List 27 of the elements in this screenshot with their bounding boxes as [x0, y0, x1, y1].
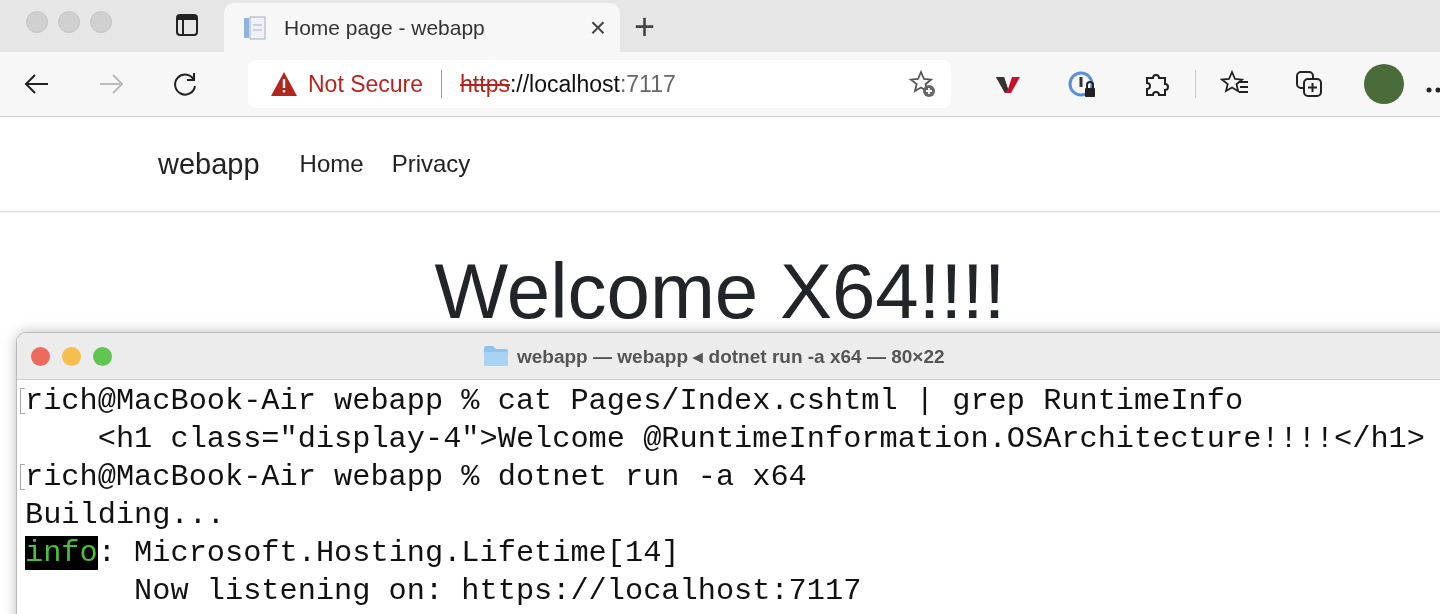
- prompt-mark-icon: [20, 464, 25, 490]
- nav-link[interactable]: Home: [299, 150, 364, 178]
- welcome-heading: Welcome X64!!!!: [433, 246, 1007, 337]
- url-text[interactable]: https://localhost:7117: [460, 70, 907, 98]
- site-brand[interactable]: webapp: [158, 147, 260, 181]
- terminal-line: rich@MacBook-Air webapp % dotnet run -a x64: [25, 459, 807, 496]
- warning-icon: [270, 71, 298, 97]
- avatar[interactable]: [1364, 64, 1404, 104]
- collections-icon[interactable]: [1294, 69, 1324, 99]
- sidebar-icon[interactable]: [176, 14, 198, 36]
- security-label[interactable]: Not Secure: [308, 70, 424, 98]
- close-button[interactable]: [31, 346, 50, 366]
- folder-icon: [483, 345, 509, 367]
- nav-link[interactable]: Privacy: [391, 150, 471, 178]
- close-button[interactable]: ×: [589, 11, 606, 44]
- add-favorite-icon[interactable]: [907, 69, 937, 99]
- prompt-mark-icon: [20, 388, 25, 414]
- terminal-line: Building...: [25, 497, 225, 534]
- terminal-line: Now listening on: https://localhost:7117: [133, 573, 862, 610]
- terminal-title: webapp — webapp ◂ dotnet run -a x64 — 80×22: [517, 344, 945, 368]
- page-icon: [242, 14, 268, 41]
- browser-tab[interactable]: Home page - webapp ×: [224, 3, 620, 52]
- new-tab-button[interactable]: +: [620, 6, 656, 52]
- password-icon[interactable]: [1067, 69, 1097, 99]
- terminal-line: info: Microsoft.Hosting.Lifetime[14]: [25, 535, 680, 572]
- terminal-line: rich@MacBook-Air webapp % cat Pages/Index.cshtml | grep RuntimeInfo: [25, 383, 1244, 420]
- terminal-line: <h1 class="display-4">Welcome @RuntimeInformation.OSArchitecture!!!!</h1>: [96, 421, 1425, 458]
